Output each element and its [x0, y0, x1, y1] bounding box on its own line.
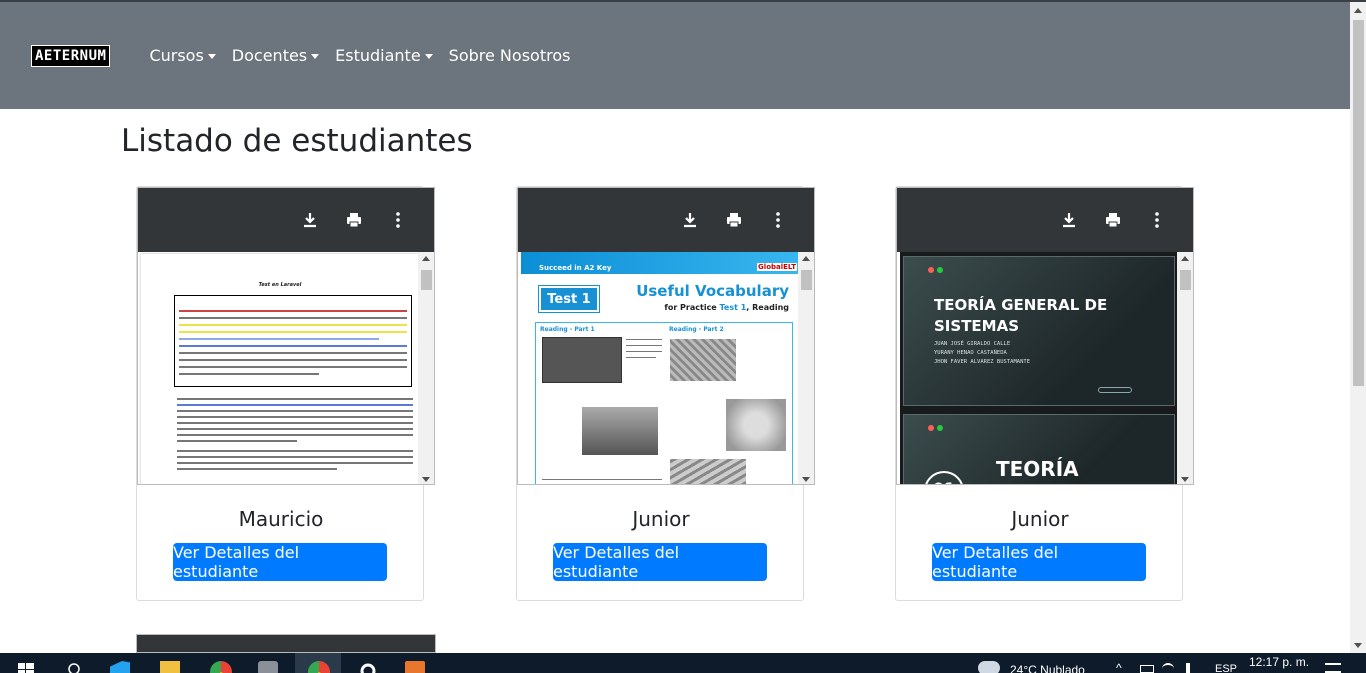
- author-1: JUAN JOSÉ GIRALDO CALLE: [934, 341, 1011, 347]
- caret-down-icon: [424, 53, 433, 59]
- window-dot-green-icon: [937, 267, 943, 273]
- navbar: AETERNUM Cursos Docentes Estudiante Sobr…: [0, 2, 1350, 109]
- brand-logo[interactable]: AETERNUM: [31, 44, 111, 67]
- pdf-page-area: Succeed in A2 Key GlobalELT Test 1 Usefu…: [518, 252, 814, 484]
- windows-taskbar: 24°C Nublado ^ ESP 12:17 p. m.: [0, 653, 1366, 673]
- nav-docentes-label: Docentes: [231, 46, 308, 65]
- nav-estudiante-label: Estudiante: [335, 46, 421, 65]
- nav-cursos[interactable]: Cursos: [149, 46, 216, 65]
- author-3: JHON FAVER ALVAREZ BUSTAMANTE: [934, 359, 1031, 365]
- girl-image: [726, 399, 786, 451]
- student-card-partial: [136, 634, 436, 653]
- cloud-icon: [978, 661, 1000, 673]
- slide-2: 01 TEORÍA: [903, 414, 1175, 484]
- download-icon[interactable]: [300, 210, 320, 230]
- test-badge: Test 1: [538, 285, 600, 313]
- slide-number: 01: [924, 471, 964, 484]
- runners-image: [582, 407, 658, 455]
- download-icon[interactable]: [1059, 210, 1079, 230]
- document-header-band: Succeed in A2 Key GlobalELT: [521, 252, 799, 274]
- document-subheading: for Practice Test 1, Reading: [664, 303, 789, 312]
- chrome-icon[interactable]: [210, 661, 232, 673]
- slide-1: TEORÍA GENERAL DE SISTEMAS JUAN JOSÉ GIR…: [903, 256, 1175, 406]
- print-icon[interactable]: [724, 210, 744, 230]
- sub-prefix: for Practice: [664, 303, 720, 312]
- document-header-text: Succeed in A2 Key: [539, 264, 612, 272]
- sub-test: Test 1: [719, 303, 747, 312]
- caret-down-icon: [311, 53, 320, 59]
- column-2-heading: Reading - Part 2: [669, 326, 724, 333]
- pdf-toolbar: [138, 188, 434, 252]
- document-brand: GlobalELT: [757, 263, 797, 271]
- nav-docentes[interactable]: Docentes: [231, 46, 320, 65]
- more-vert-icon[interactable]: [388, 210, 408, 230]
- nav-estudiante[interactable]: Estudiante: [335, 46, 433, 65]
- student-details-button[interactable]: Ver Detalles del estudiante: [932, 543, 1146, 581]
- document-heading: Useful Vocabulary: [636, 282, 789, 300]
- weather-text[interactable]: 24°C Nublado: [1010, 663, 1085, 673]
- download-icon[interactable]: [680, 210, 700, 230]
- xampp-icon[interactable]: [405, 661, 425, 673]
- more-vert-icon[interactable]: [1147, 210, 1167, 230]
- pdf-viewer[interactable]: Succeed in A2 Key GlobalELT Test 1 Usefu…: [517, 187, 815, 485]
- document-page: Test en Laravel: [141, 254, 419, 484]
- search-icon[interactable]: [64, 661, 84, 673]
- language-indicator[interactable]: ESP: [1215, 663, 1237, 673]
- print-icon[interactable]: [1103, 210, 1123, 230]
- camera-icon[interactable]: [258, 661, 278, 673]
- slide-progress: [1098, 387, 1132, 393]
- document-page: Succeed in A2 Key GlobalELT Test 1 Usefu…: [521, 252, 799, 484]
- student-card: Test en Laravel Mauricio Ver Detalles de…: [136, 186, 435, 601]
- author-2: YURANY HENAO CASTAÑEDA: [934, 350, 1007, 356]
- timetable-image: [542, 337, 622, 383]
- window-dot-red-icon: [928, 425, 934, 431]
- battery-icon[interactable]: [1140, 665, 1154, 673]
- slide-title: TEORÍA GENERAL DE SISTEMAS: [934, 296, 1108, 335]
- pdf-page-area: TEORÍA GENERAL DE SISTEMAS JUAN JOSÉ GIR…: [897, 252, 1193, 484]
- nav-sobre-nosotros-label: Sobre Nosotros: [448, 46, 571, 65]
- content-frame: Reading - Part 1 Reading - Part 2: [535, 322, 793, 484]
- tracks-image: [670, 339, 736, 381]
- pdf-scrollbar[interactable]: [418, 252, 434, 484]
- student-card: Succeed in A2 Key GlobalELT Test 1 Usefu…: [516, 186, 815, 601]
- student-name: Junior: [632, 507, 690, 531]
- vscode-icon[interactable]: [110, 661, 130, 673]
- pdf-toolbar: [518, 188, 814, 252]
- student-card: TEORÍA GENERAL DE SISTEMAS JUAN JOSÉ GIR…: [895, 186, 1194, 601]
- student-name: Junior: [1011, 507, 1069, 531]
- page-scrollbar[interactable]: [1350, 2, 1366, 653]
- pdf-scrollbar[interactable]: [798, 252, 814, 484]
- pdf-page-area: Test en Laravel: [138, 252, 434, 484]
- highlighted-box: [174, 295, 412, 387]
- nav-cursos-label: Cursos: [149, 46, 204, 65]
- column-1-heading: Reading - Part 1: [540, 326, 595, 333]
- slide-title-2: TEORÍA: [996, 457, 1079, 481]
- wifi-icon[interactable]: [1162, 663, 1174, 673]
- nav-sobre-nosotros[interactable]: Sobre Nosotros: [449, 46, 571, 65]
- sub-suffix: , Reading: [746, 303, 789, 312]
- print-icon[interactable]: [344, 210, 364, 230]
- tray-chevron-icon[interactable]: ^: [1116, 661, 1122, 673]
- window-dot-green-icon: [937, 425, 943, 431]
- notifications-icon[interactable]: [1325, 663, 1341, 673]
- garden-image: [670, 459, 746, 484]
- more-vert-icon[interactable]: [768, 210, 788, 230]
- document-page: TEORÍA GENERAL DE SISTEMAS JUAN JOSÉ GIR…: [900, 252, 1178, 484]
- clock-time[interactable]: 12:17 p. m.: [1249, 655, 1309, 669]
- file-explorer-icon[interactable]: [160, 661, 180, 673]
- pdf-viewer[interactable]: TEORÍA GENERAL DE SISTEMAS JUAN JOSÉ GIR…: [896, 187, 1194, 485]
- volume-icon[interactable]: [1186, 663, 1198, 673]
- document-title: Test en Laravel: [258, 282, 302, 288]
- settings-gear-icon[interactable]: [358, 661, 378, 673]
- student-name: Mauricio: [238, 507, 324, 531]
- windows-start-icon[interactable]: [16, 661, 36, 673]
- pdf-toolbar: [897, 188, 1193, 252]
- student-details-button[interactable]: Ver Detalles del estudiante: [553, 543, 767, 581]
- pdf-scrollbar[interactable]: [1177, 252, 1193, 484]
- student-details-button[interactable]: Ver Detalles del estudiante: [173, 543, 387, 581]
- page-title: Listado de estudiantes: [121, 123, 473, 159]
- window-dot-red-icon: [928, 267, 934, 273]
- caret-down-icon: [207, 53, 216, 59]
- pdf-viewer[interactable]: Test en Laravel: [137, 187, 435, 485]
